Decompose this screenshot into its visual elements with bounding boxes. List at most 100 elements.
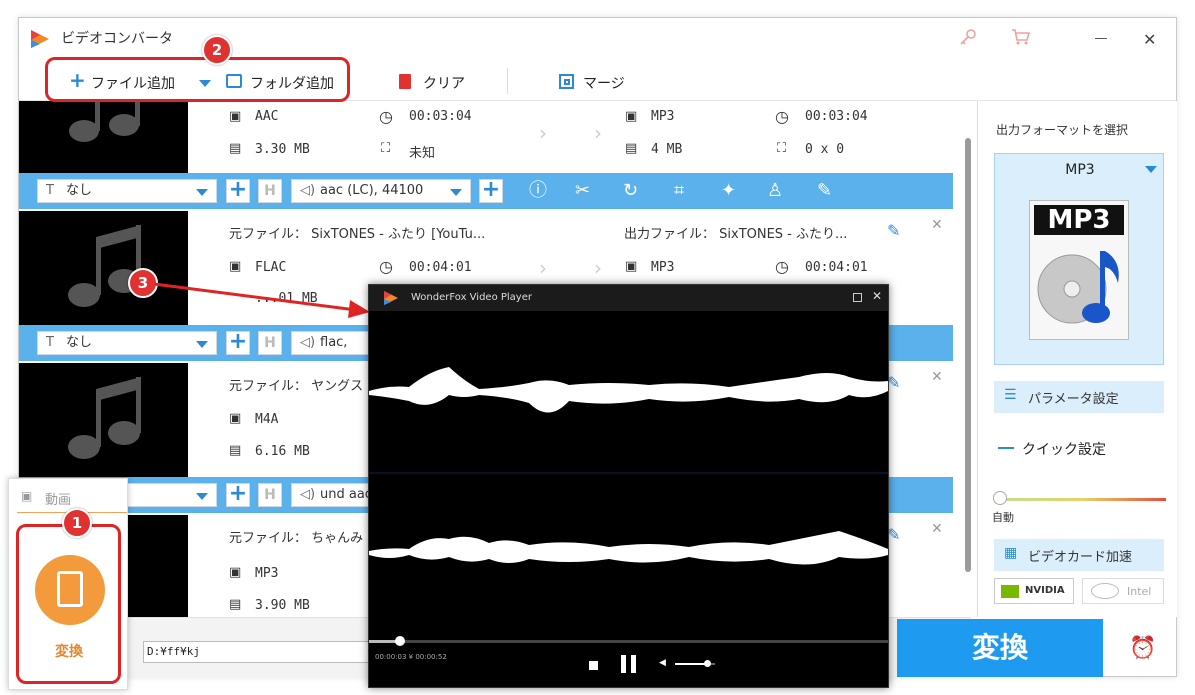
resolution-icon: ⛶	[381, 141, 391, 156]
audio-waveform	[369, 367, 888, 565]
convert-button[interactable]: 変換	[897, 619, 1103, 677]
chip-icon: ▦	[1004, 545, 1018, 561]
sliders-icon: ☰	[1004, 387, 1017, 403]
src-size: 3.90 MB	[255, 598, 310, 613]
out-size: 4 MB	[651, 142, 683, 157]
scissors-icon[interactable]: ✂	[575, 181, 590, 201]
quality-slider-handle[interactable]	[993, 491, 1007, 505]
add-subtitle-button[interactable]: +	[226, 179, 250, 203]
output-filename: 出力ファイル： SixTONES - ふたり...	[624, 227, 848, 242]
step-badge-2: 2	[202, 35, 232, 65]
key-icon[interactable]	[959, 28, 977, 46]
watermark-icon[interactable]: ♙	[767, 181, 783, 201]
format-selector[interactable]: MP3 MP3	[994, 153, 1164, 365]
intel-toggle[interactable]: Intel	[1082, 578, 1164, 604]
src-format: MP3	[255, 566, 279, 581]
src-resolution: 未知	[409, 146, 436, 161]
hardsub-button[interactable]: H	[258, 483, 282, 507]
edit-subtitle-icon[interactable]: ✎	[817, 181, 832, 201]
merge-button[interactable]: マージ	[583, 73, 625, 93]
hardsub-button[interactable]: H	[258, 179, 282, 203]
source-filename: 元ファイル： SixTONES - ふたり [YouTu...	[229, 227, 486, 242]
add-subtitle-button[interactable]: +	[226, 483, 250, 507]
subtitle-select[interactable]: T なし	[37, 331, 217, 355]
chevron-down-icon[interactable]	[1145, 166, 1157, 173]
crop-icon[interactable]: ⌗	[674, 181, 684, 201]
selected-format: MP3	[1065, 162, 1095, 178]
minimize-button[interactable]	[1095, 38, 1107, 39]
app-logo	[29, 28, 51, 50]
hardsub-button[interactable]: H	[258, 331, 282, 355]
clock-icon: ◷	[379, 107, 393, 126]
src-duration: 00:04:01	[409, 260, 472, 275]
resolution-icon: ⛶	[777, 141, 787, 156]
out-resolution: 0 x 0	[805, 142, 845, 157]
remove-row-icon[interactable]: ✕	[931, 521, 943, 537]
playback-time: 00:00:03 ¥ 00:00:52	[375, 653, 447, 661]
rotate-icon[interactable]: ↻	[623, 181, 638, 201]
quick-settings-label: クイック設定	[1022, 442, 1106, 458]
list-item[interactable]: ▣ AAC ◷ 00:03:04 ▤ 3.30 MB ⛶ 未知 › › ▣ MP…	[19, 101, 953, 173]
format-icon: ▣	[229, 259, 242, 274]
maximize-icon[interactable]	[853, 293, 862, 302]
close-icon[interactable]: ✕	[872, 289, 882, 303]
list-scrollbar[interactable]	[965, 138, 971, 572]
add-audio-button[interactable]: +	[479, 179, 503, 203]
music-thumbnail	[19, 101, 188, 173]
file-size-icon: ▤	[229, 443, 242, 458]
output-path-field[interactable]: D:¥ff¥kj	[143, 641, 383, 663]
gpu-accel-button[interactable]: ▦ ビデオカード加速	[994, 539, 1164, 571]
audio-track-select[interactable]: ◁) aac (LC), 44100	[291, 179, 471, 203]
format-icon: ▣	[229, 109, 242, 124]
step-badge-1: 1	[62, 508, 92, 538]
music-thumbnail	[19, 363, 188, 477]
edit-pencil-icon[interactable]: ✎	[887, 221, 900, 240]
output-format-heading: 出力フォーマットを選択	[996, 123, 1129, 137]
close-icon[interactable]: ✕	[1143, 30, 1156, 49]
src-size: 6.16 MB	[255, 444, 310, 459]
src-size: 3.30 MB	[255, 142, 310, 157]
video-player-window: WonderFox Video Player ✕ 00:00:03 ¥ 00:0…	[368, 284, 889, 688]
out-duration: 00:03:04	[805, 109, 868, 124]
arrow-annotation	[153, 282, 370, 318]
alarm-clock-icon[interactable]: ⏰	[1129, 636, 1156, 661]
merge-icon	[559, 74, 574, 89]
effects-wand-icon[interactable]: ✦	[721, 181, 736, 201]
pause-button-bar[interactable]	[631, 655, 636, 673]
src-format: M4A	[255, 412, 279, 427]
source-filename: 元ファイル： ちゃんみ	[229, 531, 364, 546]
src-format: FLAC	[255, 260, 287, 275]
parameter-settings-button[interactable]: ☰ パラメータ設定	[994, 381, 1164, 413]
clock-icon: ◷	[775, 257, 789, 276]
volume-slider[interactable]	[675, 660, 715, 667]
edit-pencil-icon[interactable]: ✎	[887, 525, 900, 544]
pause-button[interactable]	[621, 655, 626, 673]
player-titlebar: WonderFox Video Player ✕	[369, 285, 888, 311]
format-icon: ▣	[229, 411, 242, 426]
remove-row-icon[interactable]: ✕	[931, 369, 943, 385]
clear-button[interactable]: クリア	[423, 73, 465, 93]
arrow-icon: ›	[594, 121, 602, 145]
volume-icon[interactable]: ◀	[659, 658, 666, 668]
source-filename: 元ファイル： ヤングス	[229, 379, 364, 394]
app-title: ビデオコンバータ	[61, 31, 173, 47]
edit-pencil-icon[interactable]: ✎	[887, 373, 900, 392]
row-toolbar: T なし + H ◁) aac (LC), 44100 + ⓘ ✂ ↻ ⌗ ✦ …	[19, 173, 953, 209]
info-icon[interactable]: ⓘ	[529, 181, 547, 201]
src-format: AAC	[255, 109, 279, 124]
arrow-icon: ›	[594, 256, 602, 280]
subtitle-select[interactable]: T なし	[37, 179, 217, 203]
add-subtitle-button[interactable]: +	[226, 331, 250, 355]
film-icon: ▣	[21, 489, 33, 503]
quality-slider-track[interactable]	[1000, 498, 1166, 501]
player-title: WonderFox Video Player	[411, 292, 532, 303]
cart-icon[interactable]	[1011, 28, 1031, 46]
seek-bar[interactable]	[369, 636, 888, 646]
nvidia-toggle[interactable]: NVIDIA	[994, 578, 1074, 604]
video-tab[interactable]: 動画	[45, 489, 71, 508]
highlight-box-toolbar	[45, 57, 350, 102]
remove-row-icon[interactable]: ✕	[931, 217, 943, 233]
stop-button[interactable]	[589, 661, 598, 670]
highlight-box-convert	[16, 524, 121, 684]
src-duration: 00:03:04	[409, 109, 472, 124]
